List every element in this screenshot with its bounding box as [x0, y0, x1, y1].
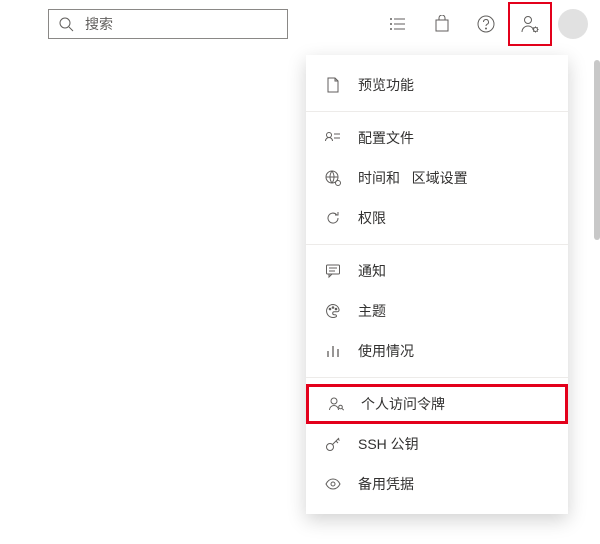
search-box[interactable] [48, 9, 288, 39]
shopping-bag-icon [433, 15, 451, 33]
menu-label: SSH 公钥 [358, 434, 419, 454]
menu-item-preview-features[interactable]: 预览功能 [306, 65, 568, 105]
marketplace-icon-button[interactable] [420, 2, 464, 46]
menu-separator [306, 244, 568, 245]
eye-icon [324, 475, 342, 493]
menu-label: 权限 [358, 208, 386, 228]
menu-label: 配置文件 [358, 128, 414, 148]
menu-item-permissions[interactable]: 权限 [306, 198, 568, 238]
avatar[interactable] [558, 9, 588, 39]
menu-item-notifications[interactable]: 通知 [306, 251, 568, 291]
menu-label: 主题 [358, 301, 386, 321]
top-bar [0, 0, 600, 48]
top-icons [376, 2, 592, 46]
user-key-icon [327, 395, 345, 413]
key-icon [324, 435, 342, 453]
menu-item-usage[interactable]: 使用情况 [306, 331, 568, 371]
document-icon [324, 76, 342, 94]
search-input[interactable] [83, 15, 279, 33]
menu-label: 备用凭据 [358, 474, 414, 494]
refresh-icon [324, 209, 342, 227]
chat-icon [324, 262, 342, 280]
menu-label: 时间和 区域设置 [358, 168, 468, 188]
profile-card-icon [324, 129, 342, 147]
list-icon [389, 15, 407, 33]
menu-label: 使用情况 [358, 341, 414, 361]
menu-label: 个人访问令牌 [361, 394, 445, 414]
bar-chart-icon [324, 342, 342, 360]
menu-label: 通知 [358, 261, 386, 281]
scrollbar[interactable] [594, 60, 600, 240]
menu-item-ssh-keys[interactable]: SSH 公钥 [306, 424, 568, 464]
menu-item-alternate-credentials[interactable]: 备用凭据 [306, 464, 568, 504]
user-gear-icon [520, 14, 540, 34]
menu-item-time-locale[interactable]: 时间和 区域设置 [306, 158, 568, 198]
palette-icon [324, 302, 342, 320]
search-icon [57, 15, 75, 33]
menu-item-theme[interactable]: 主题 [306, 291, 568, 331]
menu-separator [306, 377, 568, 378]
menu-label: 预览功能 [358, 75, 414, 95]
list-icon-button[interactable] [376, 2, 420, 46]
help-icon-button[interactable] [464, 2, 508, 46]
menu-separator [306, 111, 568, 112]
menu-item-profile[interactable]: 配置文件 [306, 118, 568, 158]
user-settings-menu: 预览功能 配置文件 时间和 区域设置 权限 [306, 55, 568, 514]
user-settings-button[interactable] [508, 2, 552, 46]
menu-item-personal-access-tokens[interactable]: 个人访问令牌 [306, 384, 568, 424]
help-icon [477, 15, 495, 33]
globe-icon [324, 169, 342, 187]
